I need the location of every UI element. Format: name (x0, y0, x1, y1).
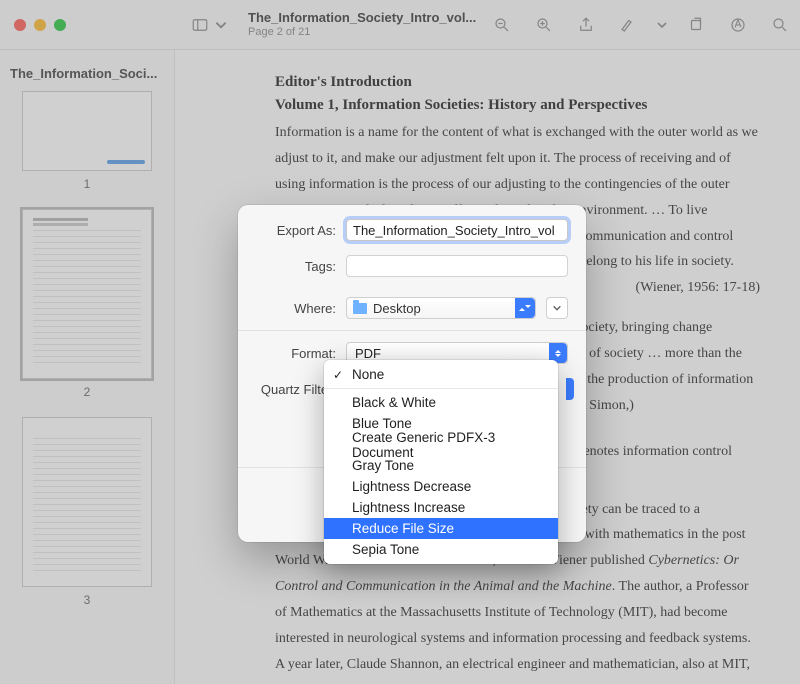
chevron-down-icon (515, 298, 535, 318)
rotate-icon (687, 16, 705, 34)
export-as-label: Export As: (256, 223, 336, 238)
sidebar-title: The_Information_Soci... (0, 60, 174, 91)
zoom-out-icon (493, 16, 511, 34)
quartz-filter-option[interactable]: Create Generic PDFX-3 Document (324, 434, 558, 455)
document-subtitle: Page 2 of 21 (248, 26, 476, 39)
highlight-button[interactable] (614, 11, 642, 39)
format-label: Format: (256, 346, 336, 361)
format-value: PDF (355, 346, 381, 361)
quartz-filter-option[interactable]: Lightness Decrease (324, 476, 558, 497)
quartz-filter-option[interactable]: Reduce File Size (324, 518, 558, 539)
zoom-in-button[interactable] (530, 11, 558, 39)
zoom-in-icon (535, 16, 553, 34)
share-icon (577, 16, 595, 34)
quartz-filter-option[interactable]: None (324, 364, 558, 385)
where-popup[interactable]: Desktop (346, 297, 536, 319)
markup-icon (729, 16, 747, 34)
document-title-area: The_Information_Society_Intro_vol... Pag… (248, 10, 476, 39)
tags-label: Tags: (256, 259, 336, 274)
tags-input[interactable] (346, 255, 568, 277)
page-number: 2 (84, 385, 91, 399)
document-title: The_Information_Society_Intro_vol... (248, 10, 476, 26)
quartz-filter-option[interactable]: Lightness Increase (324, 497, 558, 518)
zoom-window-button[interactable] (54, 19, 66, 31)
page-thumbnail[interactable] (22, 417, 152, 587)
quartz-filter-menu: NoneBlack & WhiteBlue ToneCreate Generic… (324, 360, 558, 564)
minimize-window-button[interactable] (34, 19, 46, 31)
export-as-input[interactable] (346, 219, 568, 241)
quartz-filter-label: Quartz Filter: (244, 382, 336, 397)
view-options-chevron[interactable] (214, 11, 228, 39)
app-window: The_Information_Society_Intro_vol... Pag… (0, 0, 800, 684)
search-button[interactable] (766, 11, 794, 39)
toolbar: The_Information_Society_Intro_vol... Pag… (0, 0, 800, 50)
highlight-chevron[interactable] (656, 11, 668, 39)
heading-editor-intro: Editor's Introduction (275, 74, 760, 91)
expand-save-panel-button[interactable] (546, 297, 568, 319)
close-window-button[interactable] (14, 19, 26, 31)
folder-icon (353, 303, 367, 314)
search-icon (771, 16, 789, 34)
view-options-button[interactable] (186, 11, 214, 39)
highlight-icon (619, 16, 637, 34)
quartz-filter-option[interactable]: Gray Tone (324, 455, 558, 476)
thumbnail-sidebar[interactable]: The_Information_Soci... 1 2 3 (0, 50, 175, 684)
where-label: Where: (256, 301, 336, 316)
sidebar-icon (191, 16, 209, 34)
rotate-button[interactable] (682, 11, 710, 39)
page-thumbnail[interactable] (22, 209, 152, 379)
where-value: Desktop (373, 301, 421, 316)
zoom-out-button[interactable] (488, 11, 516, 39)
markup-button[interactable] (724, 11, 752, 39)
page-number: 1 (84, 177, 91, 191)
page-number: 3 (84, 593, 91, 607)
quartz-filter-option[interactable]: Black & White (324, 392, 558, 413)
window-controls (14, 19, 66, 31)
quartz-filter-option[interactable]: Sepia Tone (324, 539, 558, 560)
share-button[interactable] (572, 11, 600, 39)
page-thumbnail[interactable] (22, 91, 152, 171)
heading-volume: Volume 1, Information Societies: History… (275, 97, 760, 114)
